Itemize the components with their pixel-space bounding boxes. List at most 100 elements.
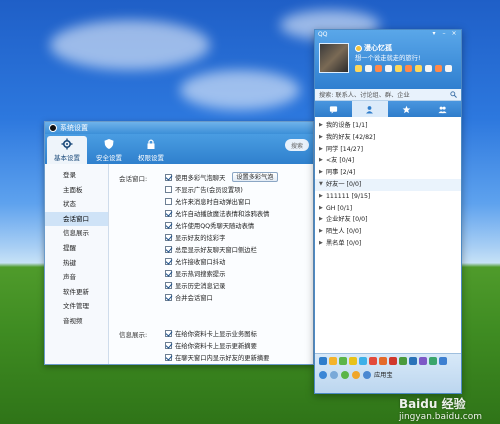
- option-row[interactable]: 使用多彩气泡聊天 设置多彩气泡: [165, 172, 278, 182]
- option-label: 显示好友的炫彩字: [175, 235, 226, 242]
- message-manager-icon[interactable]: [341, 370, 349, 379]
- contact-group[interactable]: ▶ 我的好友 [42/82]: [315, 132, 461, 144]
- wallet-icon[interactable]: [375, 65, 382, 72]
- tab-groups[interactable]: [425, 101, 462, 117]
- online-status-icon[interactable]: [355, 44, 362, 52]
- contact-group-list: ▶ 我的设备 [1/1] ▶ 我的好友 [42/82] ▶ 同学 [14/27] ▶ <…: [315, 117, 461, 250]
- checkbox[interactable]: [165, 342, 172, 349]
- nav-item-main-panel[interactable]: 主面板: [45, 183, 108, 198]
- checkbox[interactable]: [165, 354, 172, 361]
- tab-permission-settings[interactable]: 权限设置: [131, 136, 171, 164]
- option-row[interactable]: 在给你资料卡上显示更新摘要: [165, 341, 257, 350]
- vip-icon[interactable]: [415, 65, 422, 72]
- option-row[interactable]: 允许接收窗口抖动: [165, 257, 225, 266]
- shopping-icon[interactable]: [425, 65, 432, 72]
- checkbox[interactable]: [165, 234, 172, 241]
- settings-icon[interactable]: [330, 370, 338, 379]
- option-row[interactable]: 允许使用QQ秀聊天随动表情: [165, 221, 254, 230]
- checkbox[interactable]: [165, 246, 172, 253]
- nav-item-audio-video[interactable]: 音视频: [45, 314, 108, 329]
- nav-item-reminder[interactable]: 提醒: [45, 241, 108, 256]
- file-assistant-icon[interactable]: [352, 370, 360, 379]
- weather-icon[interactable]: [395, 65, 402, 72]
- mail-icon[interactable]: [365, 65, 372, 72]
- option-row[interactable]: 合并会话窗口: [165, 293, 213, 302]
- signature[interactable]: 想一个说走就走的旅行!: [355, 53, 421, 62]
- contact-group[interactable]: ▶ 企业好友 [0/0]: [315, 214, 461, 226]
- more-icon[interactable]: [445, 65, 452, 72]
- nav-item-software-update[interactable]: 软件更新: [45, 285, 108, 300]
- contact-group[interactable]: ▶ <友 [0/4]: [315, 155, 461, 167]
- option-row[interactable]: 总是显示好友聊天窗口侧边栏: [165, 245, 257, 254]
- settings-titlebar[interactable]: 系统设置: [45, 122, 313, 134]
- pet-icon[interactable]: [399, 357, 407, 365]
- contact-group[interactable]: ▼ 好友一 [0/0]: [315, 178, 461, 191]
- nav-item-status[interactable]: 状态: [45, 197, 108, 212]
- contact-group[interactable]: ▶ 黑名单 [0/0]: [315, 238, 461, 250]
- search-icon[interactable]: [450, 91, 457, 98]
- checkbox[interactable]: [165, 258, 172, 265]
- checkbox[interactable]: [165, 186, 172, 193]
- nav-item-sound[interactable]: 声音: [45, 270, 108, 285]
- nav-item-file-management[interactable]: 文件管理: [45, 299, 108, 314]
- find-icon[interactable]: [363, 370, 371, 379]
- qzone-icon[interactable]: [329, 357, 337, 365]
- game-icon[interactable]: [339, 357, 347, 365]
- option-row[interactable]: 在聊天窗口内显示好友的更新摘要: [165, 353, 269, 362]
- video-icon[interactable]: [369, 357, 377, 365]
- mail-icon[interactable]: [409, 357, 417, 365]
- tab-contacts[interactable]: [351, 101, 388, 117]
- checkbox[interactable]: [165, 198, 172, 205]
- game-icon[interactable]: [405, 65, 412, 72]
- contact-group[interactable]: ▶ 111111 [9/15]: [315, 191, 461, 203]
- checkbox[interactable]: [165, 330, 172, 337]
- app-icon[interactable]: [429, 357, 437, 365]
- option-row[interactable]: 显示历史消息记录: [165, 281, 225, 290]
- tab-basic-settings[interactable]: 基本设置: [47, 136, 87, 164]
- option-label: 允许自动播放魔法表情和涂鸦表情: [175, 211, 270, 218]
- close-button[interactable]: ×: [450, 31, 458, 37]
- tab-favorites[interactable]: [388, 101, 425, 117]
- checkbox[interactable]: [165, 210, 172, 217]
- music-icon[interactable]: [385, 65, 392, 72]
- checkbox[interactable]: [165, 270, 172, 277]
- nav-item-info-display[interactable]: 信息展示: [45, 226, 108, 241]
- settings-search[interactable]: 搜索: [285, 139, 309, 151]
- photo-icon[interactable]: [435, 65, 442, 72]
- wallet-icon[interactable]: [349, 357, 357, 365]
- checkbox[interactable]: [165, 282, 172, 289]
- option-row[interactable]: 显示好友的炫彩字: [165, 233, 225, 242]
- music-icon[interactable]: [359, 357, 367, 365]
- news-icon[interactable]: [389, 357, 397, 365]
- app-store-label[interactable]: 应用宝: [374, 370, 393, 379]
- minimize-button[interactable]: –: [440, 31, 448, 37]
- option-row[interactable]: 不显示广告(会员设置项): [165, 185, 243, 194]
- contact-group[interactable]: ▶ 同事 [2/4]: [315, 167, 461, 179]
- apps-grid-icon[interactable]: [439, 357, 447, 365]
- shopping-icon[interactable]: [379, 357, 387, 365]
- option-row[interactable]: 允许来消息时自动弹出窗口: [165, 197, 251, 206]
- contact-group[interactable]: ▶ 我的设备 [1/1]: [315, 120, 461, 132]
- contact-group[interactable]: ▶ GH [0/1]: [315, 203, 461, 215]
- photo-icon[interactable]: [419, 357, 427, 365]
- nav-item-hotkey[interactable]: 热键: [45, 256, 108, 271]
- qzone-icon[interactable]: [355, 65, 362, 72]
- option-row[interactable]: 在给你资料卡上显示业务图标: [165, 329, 257, 338]
- avatar[interactable]: [319, 43, 349, 73]
- main-menu-icon[interactable]: [319, 370, 327, 379]
- set-bubble-button[interactable]: 设置多彩气泡: [232, 172, 278, 182]
- qq-icon[interactable]: [319, 357, 327, 365]
- skin-icon[interactable]: ▾: [430, 31, 438, 37]
- checkbox[interactable]: [165, 222, 172, 229]
- contact-group[interactable]: ▶ 陌生人 [0/0]: [315, 226, 461, 238]
- nav-item-login[interactable]: 登录: [45, 168, 108, 183]
- tab-messages[interactable]: [315, 101, 352, 117]
- nav-item-chat-window[interactable]: 会话窗口: [45, 211, 108, 227]
- checkbox[interactable]: [165, 294, 172, 301]
- contact-group[interactable]: ▶ 同学 [14/27]: [315, 144, 461, 156]
- checkbox[interactable]: [165, 173, 172, 181]
- contact-search-input[interactable]: 搜索: 联系人、讨论组、群、企业: [315, 89, 461, 101]
- option-row[interactable]: 显示热词搜索提示: [165, 269, 225, 278]
- option-row[interactable]: 允许自动播放魔法表情和涂鸦表情: [165, 209, 269, 218]
- tab-security-settings[interactable]: 安全设置: [89, 136, 129, 164]
